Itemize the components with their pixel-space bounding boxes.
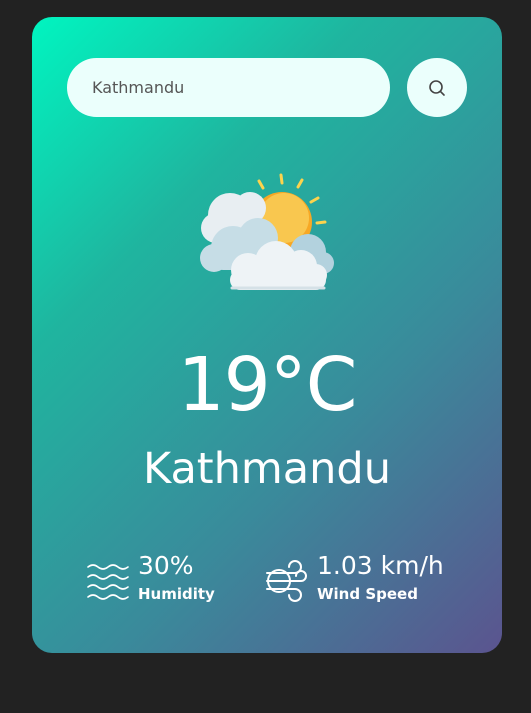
- search-icon: [429, 79, 445, 96]
- humidity-value: 30%: [138, 551, 194, 580]
- wind-detail: 1.03 km/h Wind Speed: [265, 549, 444, 605]
- humidity-detail: 30% Humidity: [86, 549, 215, 605]
- temperature-value: 19°C: [177, 342, 358, 428]
- weather-card: 19°C Kathmandu 30% Humidity 1.03 k: [32, 17, 502, 653]
- humidity-label: Humidity: [138, 585, 215, 603]
- sun-behind-clouds-icon: [200, 173, 334, 290]
- humidity-waves-icon: [87, 564, 129, 600]
- humidity-text: 30% Humidity: [138, 549, 215, 605]
- wind-speed-value: 1.03 km/h: [317, 551, 444, 580]
- wind-icon: [266, 560, 307, 602]
- wind-text: 1.03 km/h Wind Speed: [317, 549, 444, 605]
- city-search-input[interactable]: [67, 58, 390, 117]
- search-button[interactable]: [407, 58, 467, 117]
- wind-speed-label: Wind Speed: [317, 585, 418, 603]
- city-name: Kathmandu: [143, 444, 391, 494]
